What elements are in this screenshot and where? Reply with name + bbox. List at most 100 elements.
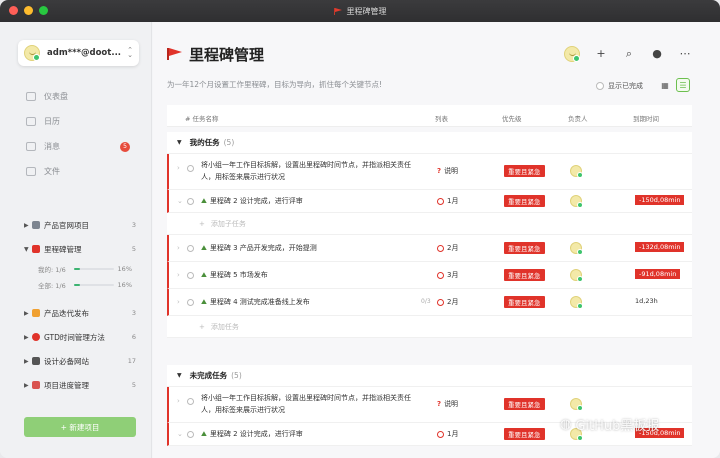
task-checkbox[interactable] [187, 299, 194, 306]
due-date[interactable]: -132d,08min [635, 242, 685, 252]
column-stage[interactable]: 列表 [435, 113, 448, 123]
zoom-window-button[interactable] [39, 6, 48, 15]
owner-avatar[interactable] [570, 398, 583, 411]
sidebar-item-calendar[interactable]: 日历 [26, 109, 134, 134]
table-row[interactable]: › 将小组一年工作目标拆解，设置出里程碑时间节点，并指派相关责任人，用标签来展示… [167, 154, 692, 190]
priority-badge[interactable]: 重要且紧急 [504, 269, 545, 281]
add-subtask-button[interactable]: + 添加子任务 [167, 213, 692, 235]
close-window-button[interactable] [9, 6, 18, 15]
task-checkbox[interactable] [187, 165, 194, 172]
sidebar-item-files[interactable]: 文件 [26, 159, 134, 184]
group-header[interactable]: ▼ 未完成任务 (5) [167, 365, 692, 387]
priority-badge[interactable]: 重要且紧急 [504, 296, 545, 308]
project-item[interactable]: ▶ 设计必备网站 17 [24, 349, 136, 373]
page-description: 为一年12个月设置工作里程碑，目标为导向，抓住每个关键节点! [167, 80, 383, 89]
chevron-right-icon[interactable]: › [177, 298, 180, 306]
task-checkbox[interactable] [187, 431, 194, 438]
column-due[interactable]: 到期时间 [633, 113, 659, 123]
chevron-right-icon[interactable]: ▶ [24, 222, 32, 229]
task-checkbox[interactable] [187, 272, 194, 279]
table-row[interactable]: ⌄ ⛰ 里程碑 2 设计完成，进行评审 1月 重要且紧急 -150d,08min [167, 190, 692, 213]
task-checkbox[interactable] [187, 245, 194, 252]
message-icon [26, 142, 36, 151]
progress-bar [74, 284, 114, 286]
chevron-down-icon[interactable]: ▼ [177, 372, 182, 379]
task-checkbox[interactable] [187, 198, 194, 205]
progress-bar [74, 268, 114, 270]
chevron-right-icon[interactable]: ▶ [24, 358, 32, 365]
chevron-down-icon[interactable]: ⌄ [177, 430, 183, 438]
milestone-icon: ⛰ [201, 244, 207, 252]
due-date[interactable]: -150d,08min [635, 195, 685, 205]
column-owner[interactable]: 负责人 [568, 113, 588, 123]
table-row[interactable]: › ⛰ 里程碑 5 市场发布 3月 重要且紧急 -91d,08min [167, 262, 692, 289]
owner-avatar[interactable] [570, 242, 583, 255]
add-task-button[interactable]: + 添加任务 [167, 316, 692, 338]
project-item[interactable]: ▶ 项目进度管理 5 [24, 373, 136, 397]
table-row[interactable]: › ⛰ 里程碑 3 产品开发完成，开始提测 2月 重要且紧急 -132d,08mi… [167, 235, 692, 262]
project-item[interactable]: ▶ 产品官网项目 3 [24, 213, 136, 237]
show-completed-toggle[interactable]: 显示已完成 [596, 81, 643, 91]
header-actions: + ⌕ ● ⋯ [564, 46, 692, 62]
priority-badge[interactable]: 重要且紧急 [504, 428, 545, 440]
avatar [24, 45, 40, 61]
chevron-right-icon[interactable]: ▶ [24, 382, 32, 389]
dashboard-icon [26, 92, 36, 101]
grid-view-icon[interactable]: ▦ [658, 78, 672, 92]
table-row[interactable]: › ⛰ 里程碑 4 测试完成准备线上发布 0/3 2月 重要且紧急 1d,23h [167, 289, 692, 316]
clock-icon [437, 244, 444, 252]
sidebar-item-messages[interactable]: 消息 5 [26, 134, 134, 159]
chat-icon[interactable]: ● [650, 47, 664, 61]
search-icon[interactable]: ⌕ [622, 47, 636, 61]
priority-badge[interactable]: 重要且紧急 [504, 165, 545, 177]
task-name: ⛰ 里程碑 5 市场发布 [201, 271, 268, 279]
stage-cell: 2月 [437, 243, 458, 253]
chevron-right-icon[interactable]: › [177, 397, 180, 405]
progress-mine: 我的: 1/6 16% [38, 265, 132, 274]
calendar-icon [26, 117, 36, 126]
chevron-updown-icon: ⌃ ⌄ [127, 46, 133, 59]
column-name[interactable]: # 任务名称 [185, 113, 219, 123]
sidebar-item-dashboard[interactable]: 仪表盘 [26, 84, 134, 109]
stage-cell: 2月 [437, 297, 458, 307]
minimize-window-button[interactable] [24, 6, 33, 15]
chevron-down-icon[interactable]: ⌄ [177, 197, 183, 205]
priority-badge[interactable]: 重要且紧急 [504, 398, 545, 410]
due-date[interactable]: -91d,08min [635, 269, 681, 279]
window-controls [9, 6, 48, 15]
chevron-right-icon[interactable]: › [177, 244, 180, 252]
flag-icon [333, 7, 343, 15]
owner-avatar[interactable] [570, 269, 583, 282]
member-avatar[interactable] [564, 46, 580, 62]
watermark: ◍ GitHub黑板报 [560, 417, 660, 434]
owner-avatar[interactable] [570, 165, 583, 178]
due-date[interactable]: 1d,23h [635, 296, 658, 306]
project-item[interactable]: ▶ 产品迭代发布 3 [24, 301, 136, 325]
more-icon[interactable]: ⋯ [678, 47, 692, 61]
project-icon [32, 309, 40, 317]
chevron-right-icon[interactable]: › [177, 271, 180, 279]
owner-avatar[interactable] [570, 195, 583, 208]
chevron-right-icon[interactable]: › [177, 164, 180, 172]
user-name: adm***@doot... [47, 48, 122, 58]
task-name: ⛰ 里程碑 4 测试完成准备线上发布 [201, 298, 310, 306]
column-priority[interactable]: 优先级 [502, 113, 522, 123]
priority-badge[interactable]: 重要且紧急 [504, 195, 545, 207]
priority-badge[interactable]: 重要且紧急 [504, 242, 545, 254]
chevron-down-icon[interactable]: ▼ [24, 246, 32, 253]
task-checkbox[interactable] [187, 398, 194, 405]
chevron-right-icon[interactable]: ▶ [24, 334, 32, 341]
group-header[interactable]: ▼ 我的任务 (5) [167, 132, 692, 154]
owner-avatar[interactable] [570, 296, 583, 309]
plus-icon[interactable]: + [594, 47, 608, 61]
chevron-right-icon[interactable]: ▶ [24, 310, 32, 317]
chevron-down-icon[interactable]: ▼ [177, 139, 182, 146]
new-project-button[interactable]: + 新建项目 [24, 417, 136, 437]
project-item[interactable]: ▶ GTD时间管理方法 6 [24, 325, 136, 349]
milestone-icon: ⛰ [201, 430, 207, 438]
task-group-mine: ▼ 我的任务 (5) › 将小组一年工作目标拆解，设置出里程碑时间节点，并指派相… [167, 132, 692, 338]
user-switcher[interactable]: adm***@doot... ⌃ ⌄ [18, 40, 139, 66]
project-item-active[interactable]: ▼ 里程碑管理 5 [24, 237, 136, 261]
list-view-icon[interactable]: ☰ [676, 78, 690, 92]
project-icon [32, 221, 40, 229]
